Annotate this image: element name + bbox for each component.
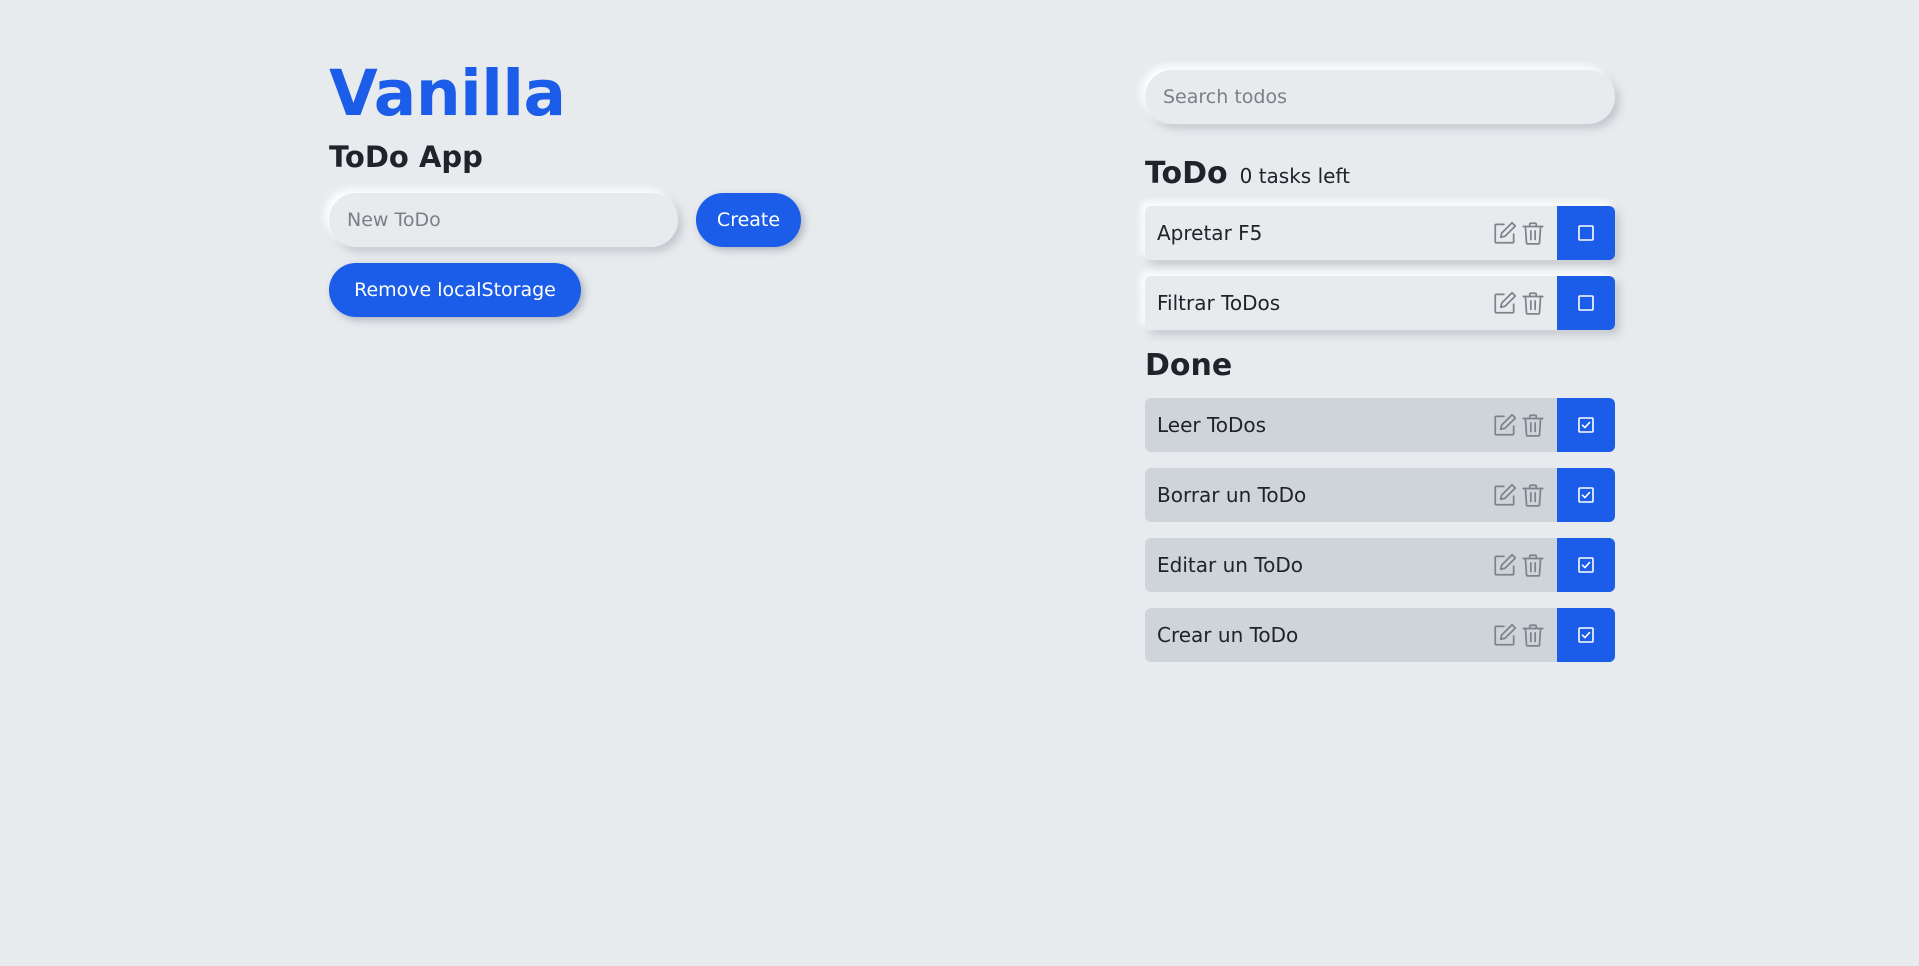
done-list: Leer ToDos Borrar un ToDo Editar un ToDo Cr… (1145, 398, 1615, 662)
edit-icon[interactable] (1491, 219, 1519, 247)
todo-item: Filtrar ToDos (1145, 276, 1615, 330)
new-todo-input[interactable] (329, 193, 678, 247)
todo-item-text: Crear un ToDo (1157, 623, 1299, 647)
trash-icon[interactable] (1519, 411, 1547, 439)
checkbox-checked-icon[interactable] (1557, 398, 1615, 452)
todo-app-page: Vanilla ToDo App Create Remove localStor… (0, 0, 1919, 966)
edit-icon[interactable] (1491, 621, 1519, 649)
trash-icon[interactable] (1519, 551, 1547, 579)
edit-icon[interactable] (1491, 551, 1519, 579)
done-section-header: Done (1145, 346, 1615, 386)
trash-icon[interactable] (1519, 621, 1547, 649)
done-item: Borrar un ToDo (1145, 468, 1615, 522)
todo-item: Apretar F5 (1145, 206, 1615, 260)
edit-icon[interactable] (1491, 481, 1519, 509)
checkbox-unchecked-icon[interactable] (1557, 206, 1615, 260)
checkbox-unchecked-icon[interactable] (1557, 276, 1615, 330)
checkbox-checked-icon[interactable] (1557, 608, 1615, 662)
todo-item-text: Filtrar ToDos (1157, 291, 1281, 315)
done-section-title: Done (1145, 348, 1233, 383)
done-item: Crear un ToDo (1145, 608, 1615, 662)
app-subtitle: ToDo App (329, 140, 483, 174)
app-brand-title: Vanilla (329, 57, 566, 130)
trash-icon[interactable] (1519, 481, 1547, 509)
done-item: Editar un ToDo (1145, 538, 1615, 592)
create-button[interactable]: Create (696, 193, 801, 247)
create-todo-row: Create (329, 193, 801, 247)
todo-item-text: Borrar un ToDo (1157, 483, 1307, 507)
todo-item-text: Apretar F5 (1157, 221, 1263, 245)
edit-icon[interactable] (1491, 411, 1519, 439)
right-panel: ToDo 0 tasks left Apretar F5 Filtrar ToDo… (1145, 70, 1615, 678)
checkbox-checked-icon[interactable] (1557, 538, 1615, 592)
trash-icon[interactable] (1519, 219, 1547, 247)
tasks-left-count: 0 tasks left (1239, 164, 1350, 188)
todo-section-header: ToDo 0 tasks left (1145, 154, 1615, 194)
checkbox-checked-icon[interactable] (1557, 468, 1615, 522)
trash-icon[interactable] (1519, 289, 1547, 317)
todo-section-title: ToDo (1145, 156, 1228, 191)
search-input[interactable] (1145, 70, 1615, 124)
todo-list: Apretar F5 Filtrar ToDos (1145, 206, 1615, 330)
remove-localstorage-button[interactable]: Remove localStorage (329, 263, 581, 317)
edit-icon[interactable] (1491, 289, 1519, 317)
done-item: Leer ToDos (1145, 398, 1615, 452)
todo-item-text: Editar un ToDo (1157, 553, 1303, 577)
left-panel: Vanilla ToDo App Create Remove localStor… (329, 58, 801, 317)
todo-item-text: Leer ToDos (1157, 413, 1267, 437)
